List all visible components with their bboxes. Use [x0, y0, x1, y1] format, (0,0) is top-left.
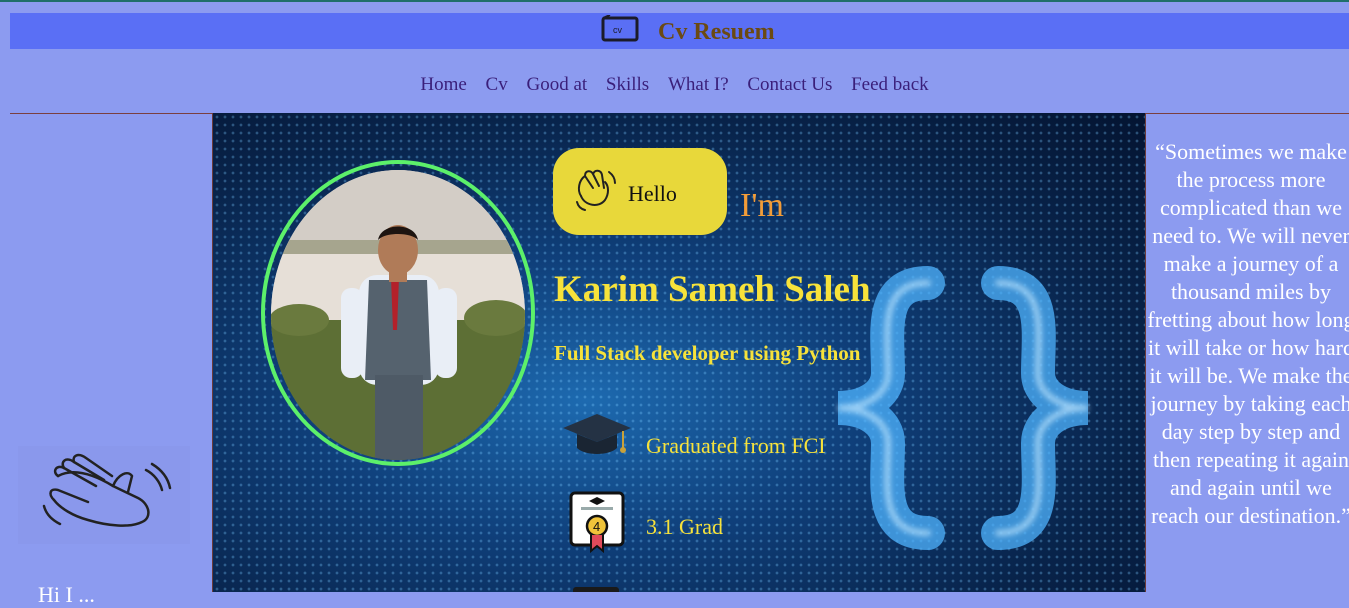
waving-hand-icon	[42, 453, 172, 527]
hello-text: Hello	[628, 181, 677, 206]
header-banner: cv Cv Resuem	[10, 13, 1349, 49]
svg-text:4: 4	[593, 519, 600, 534]
brand-title: Cv Resuem	[658, 19, 775, 45]
top-border	[0, 0, 1349, 2]
nav-home[interactable]: Home	[420, 74, 466, 95]
waving-hand-icon	[576, 169, 616, 211]
im-text: I'm	[740, 187, 784, 224]
left-wave-panel	[18, 446, 190, 544]
nav-cv[interactable]: Cv	[486, 74, 508, 95]
quote-text: “Sometimes we make the process more comp…	[1147, 139, 1349, 528]
nav-contact-us[interactable]: Contact Us	[747, 74, 832, 95]
graduation-cap-icon	[563, 414, 631, 454]
nav-good-at[interactable]: Good at	[526, 74, 587, 95]
nav-feed-back[interactable]: Feed back	[851, 74, 929, 95]
person-name: Karim Sameh Saleh	[554, 269, 871, 310]
certificate-icon: 4	[569, 491, 625, 553]
hello-badge: Hello	[553, 148, 727, 235]
grade-text: 3.1 Grad	[646, 514, 723, 539]
cv-monitor-icon: cv	[601, 15, 639, 42]
hero-section: Hello I'm Karim Sameh Saleh Full Stack d…	[212, 113, 1146, 592]
nav-what-i[interactable]: What I?	[668, 74, 729, 95]
left-intro-text: Hi I ...	[38, 582, 95, 607]
education-text: Graduated from FCI	[646, 433, 826, 458]
main-nav: Home Cv Good at Skills What I? Contact U…	[0, 74, 1349, 96]
next-item-icon	[573, 587, 619, 592]
nav-skills[interactable]: Skills	[606, 74, 649, 95]
svg-text:cv: cv	[613, 25, 623, 35]
profile-photo-ring	[261, 160, 535, 466]
person-role: Full Stack developer using Python	[554, 341, 861, 365]
